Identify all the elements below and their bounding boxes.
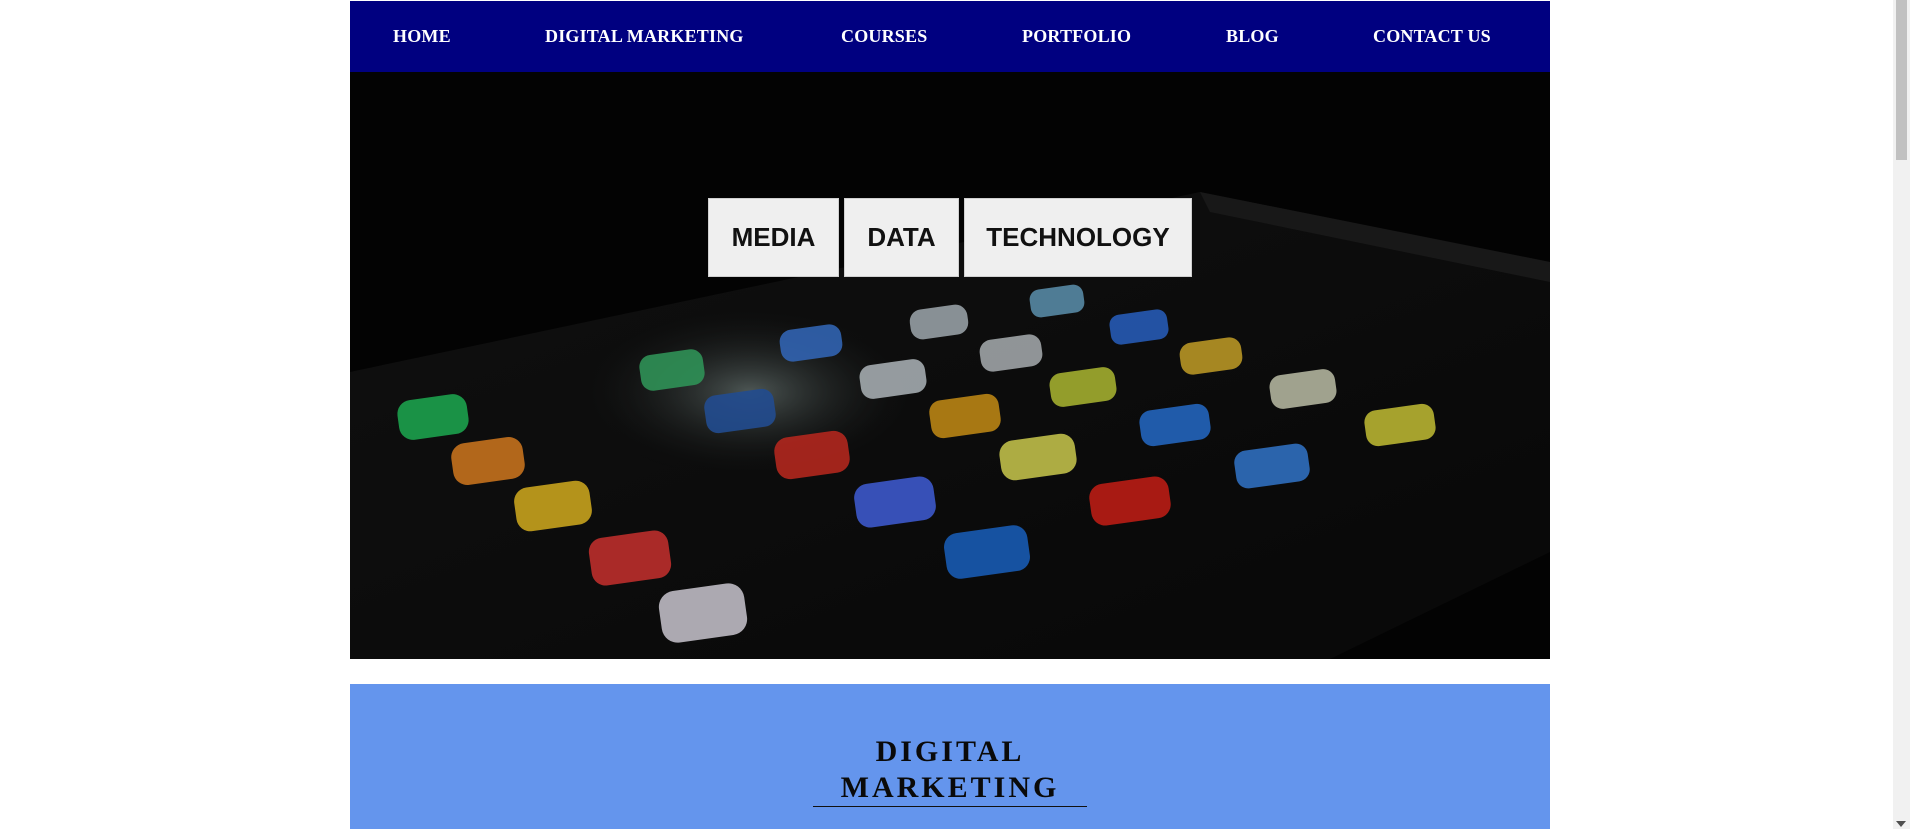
nav-home[interactable]: HOME xyxy=(393,1,451,72)
digital-marketing-section: DIGITAL MARKETING xyxy=(350,684,1550,829)
section-title-line2: MARKETING xyxy=(840,771,1060,804)
title-underline xyxy=(813,806,1087,807)
top-navigation: HOME DIGITAL MARKETING COURSES PORTFOLIO… xyxy=(350,1,1550,72)
media-button[interactable]: MEDIA xyxy=(708,198,839,277)
vertical-scrollbar[interactable] xyxy=(1893,0,1910,829)
section-title-line1: DIGITAL xyxy=(875,735,1025,768)
hero-banner: MEDIA DATA TECHNOLOGY xyxy=(350,72,1550,659)
scroll-down-arrow-icon[interactable] xyxy=(1896,821,1906,827)
nav-contact-us[interactable]: CONTACT US xyxy=(1373,1,1491,72)
nav-digital-marketing[interactable]: DIGITAL MARKETING xyxy=(545,1,744,72)
nav-portfolio[interactable]: PORTFOLIO xyxy=(1022,1,1131,72)
technology-button[interactable]: TECHNOLOGY xyxy=(964,198,1192,277)
smartphone-apps-photo xyxy=(350,72,1550,659)
nav-courses[interactable]: COURSES xyxy=(841,1,927,72)
nav-blog[interactable]: BLOG xyxy=(1226,1,1279,72)
page: HOME DIGITAL MARKETING COURSES PORTFOLIO… xyxy=(0,0,1910,829)
data-button[interactable]: DATA xyxy=(844,198,959,277)
scrollbar-thumb[interactable] xyxy=(1896,0,1907,160)
section-title: DIGITAL MARKETING xyxy=(350,734,1550,806)
